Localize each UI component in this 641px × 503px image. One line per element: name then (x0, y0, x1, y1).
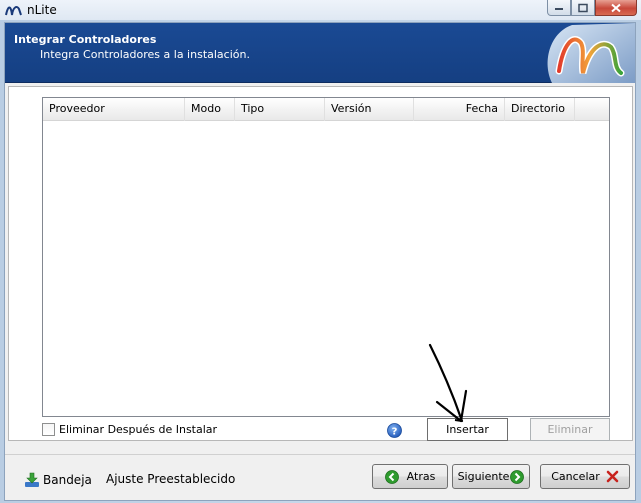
nlite-logo-icon (5, 6, 22, 16)
wizard-footer: Bandeja Ajuste Preestablecido Atras Sigu… (5, 448, 635, 500)
svg-text:?: ? (392, 426, 398, 437)
maximize-button[interactable] (571, 0, 595, 16)
remove-after-install-option[interactable]: Eliminar Después de Instalar (42, 423, 217, 436)
close-icon (611, 3, 621, 12)
remove-after-install-checkbox[interactable] (42, 423, 55, 436)
column-header-provider[interactable]: Proveedor (43, 98, 185, 121)
delete-button[interactable]: Eliminar (530, 418, 610, 441)
drivers-list[interactable]: Proveedor Modo Tipo Versión Fecha Direct… (42, 97, 610, 417)
column-header-version[interactable]: Versión (325, 98, 414, 121)
column-header-filler (575, 98, 609, 121)
remove-after-install-label: Eliminar Después de Instalar (59, 423, 218, 436)
cancel-x-icon (606, 470, 619, 483)
preset-label: Ajuste Preestablecido (106, 472, 236, 486)
tray-label: Bandeja (43, 473, 92, 487)
column-header-date[interactable]: Fecha (414, 98, 505, 121)
back-button[interactable]: Atras (372, 464, 448, 489)
next-label: Siguiente (457, 470, 510, 483)
tray-button[interactable]: Bandeja (24, 472, 92, 488)
page-title: Integrar Controladores (14, 33, 157, 46)
maximize-icon (578, 3, 588, 12)
arrow-left-icon (384, 469, 399, 484)
minimize-icon (555, 7, 563, 10)
column-header-directory[interactable]: Directorio (505, 98, 575, 121)
column-header-mode[interactable]: Modo (185, 98, 235, 121)
window-title: nLite (27, 3, 57, 17)
close-button[interactable] (595, 0, 637, 16)
insert-button[interactable]: Insertar (427, 418, 508, 441)
column-header-type[interactable]: Tipo (235, 98, 325, 121)
list-header: Proveedor Modo Tipo Versión Fecha Direct… (43, 98, 609, 121)
back-label: Atras (406, 470, 436, 483)
cancel-label: Cancelar (551, 470, 600, 483)
wizard-client-area: Integrar Controladores Integra Controlad… (4, 22, 636, 501)
preset-button[interactable]: Ajuste Preestablecido (106, 472, 235, 486)
cancel-button[interactable]: Cancelar (540, 464, 630, 489)
next-button[interactable]: Siguiente (452, 464, 530, 489)
title-bar[interactable]: nLite (0, 0, 641, 20)
page-header: Integrar Controladores Integra Controlad… (5, 23, 635, 83)
download-tray-icon (25, 472, 39, 487)
minimize-button[interactable] (547, 0, 571, 16)
content-panel: Proveedor Modo Tipo Versión Fecha Direct… (8, 86, 633, 441)
page-subtitle: Integra Controladores a la instalación. (40, 48, 250, 61)
help-icon[interactable]: ? (387, 423, 402, 438)
arrow-right-icon (510, 469, 525, 484)
footer-divider (5, 454, 635, 455)
nlite-logo-icon (547, 23, 635, 83)
